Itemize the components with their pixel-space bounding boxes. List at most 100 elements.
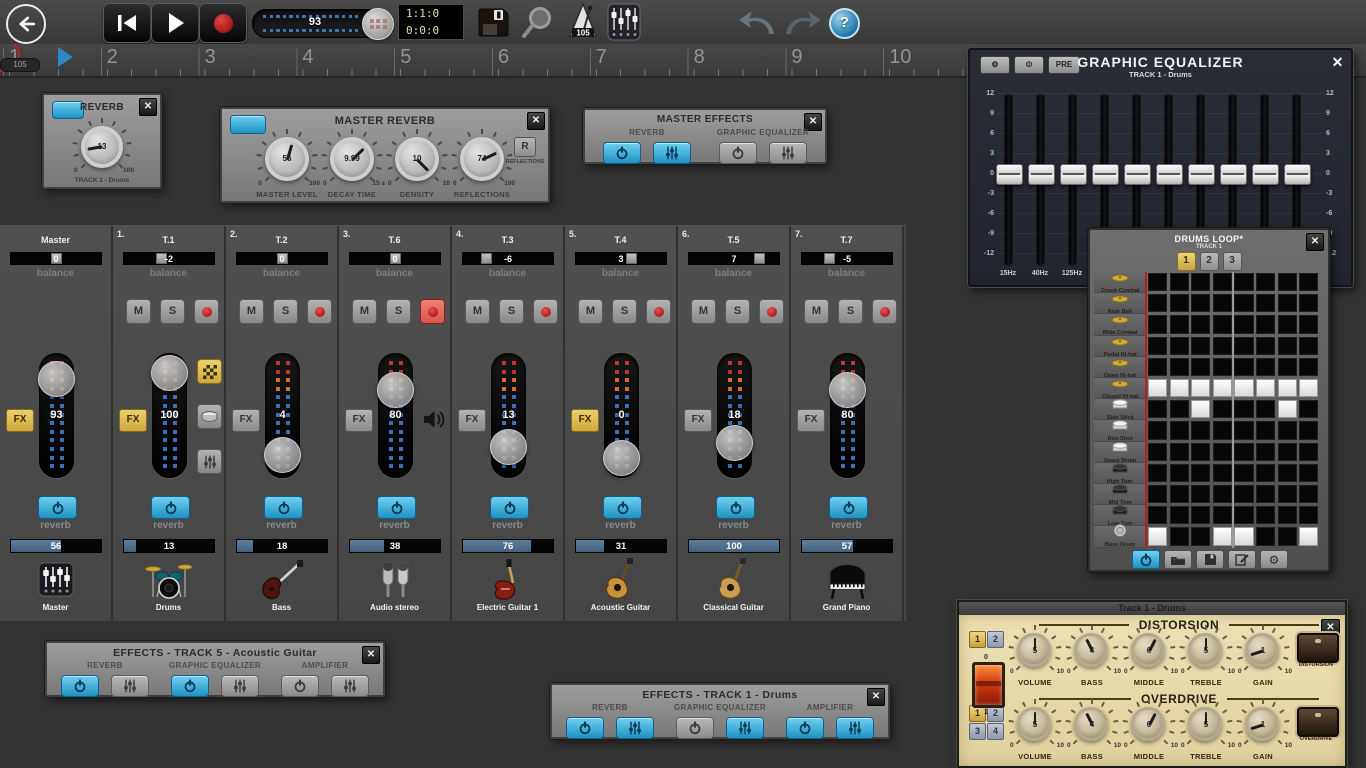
drum-step-cell[interactable] [1213, 337, 1232, 355]
metronome-button[interactable]: 105 [563, 3, 603, 46]
reverb-amount-slider[interactable]: 31 [575, 539, 667, 553]
drum-step-cell[interactable] [1148, 527, 1167, 545]
record-arm-button[interactable] [307, 299, 332, 324]
channel-fader[interactable]: 80 [378, 353, 413, 478]
fader-handle[interactable] [38, 361, 75, 397]
drum-step-cell[interactable] [1170, 400, 1189, 418]
drum-step-cell[interactable] [1148, 506, 1167, 524]
balance-slider[interactable]: 0 [236, 252, 328, 265]
drum-step-cell[interactable] [1148, 273, 1167, 291]
playhead-marker[interactable] [58, 47, 73, 67]
fx-button[interactable]: FX [119, 409, 147, 432]
solo-button[interactable]: S [386, 299, 411, 324]
eq-slider-handle-2[interactable] [1060, 164, 1087, 185]
drum-step-cell[interactable] [1170, 464, 1189, 482]
reverb-amount-slider[interactable]: 100 [688, 539, 780, 553]
record-arm-button[interactable] [533, 299, 558, 324]
channel-drumpads-button[interactable] [197, 404, 222, 429]
pedal-distorsion-knob-gain[interactable]: 1010GAIN [1242, 630, 1284, 672]
master-volume-slider[interactable]: 93 [252, 9, 394, 38]
reverb-power-button[interactable] [377, 496, 416, 519]
drum-step-cell[interactable] [1278, 527, 1297, 545]
drum-step-cell[interactable] [1299, 464, 1318, 482]
mute-button[interactable]: M [352, 299, 377, 324]
drum-step-cell[interactable] [1299, 379, 1318, 397]
drum-step-cell[interactable] [1234, 421, 1253, 439]
eq-slider-handle-1[interactable] [1028, 164, 1055, 185]
mute-button[interactable]: M [578, 299, 603, 324]
drum-step-cell[interactable] [1256, 421, 1275, 439]
pedal-distorsion-knob-treble[interactable]: 5010TREBLE [1185, 630, 1227, 672]
balance-slider[interactable]: -2 [123, 252, 215, 265]
effects-track1-power-button[interactable] [676, 717, 714, 739]
pedal-stomp-overdrive[interactable] [1297, 707, 1339, 737]
reverb-power-button[interactable] [829, 496, 868, 519]
drum-step-cell[interactable] [1170, 527, 1189, 545]
reverb-amount-slider[interactable]: 76 [462, 539, 554, 553]
drum-step-cell[interactable] [1170, 273, 1189, 291]
drum-step-cell[interactable] [1213, 400, 1232, 418]
solo-button[interactable]: S [160, 299, 185, 324]
solo-button[interactable]: S [612, 299, 637, 324]
drum-step-cell[interactable] [1299, 527, 1318, 545]
drum-step-cell[interactable] [1299, 337, 1318, 355]
mute-button[interactable]: M [804, 299, 829, 324]
drum-step-cell[interactable] [1278, 485, 1297, 503]
drum-step-cell[interactable] [1191, 400, 1210, 418]
drum-step-cell[interactable] [1191, 485, 1210, 503]
fader-handle[interactable] [490, 429, 527, 465]
drum-step-cell[interactable] [1299, 294, 1318, 312]
drum-step-cell[interactable] [1170, 443, 1189, 461]
drum-step-cell[interactable] [1170, 315, 1189, 333]
drums-loop-close-button[interactable]: ✕ [1306, 233, 1324, 251]
drums-power-button[interactable] [1132, 550, 1160, 569]
drum-step-cell[interactable] [1213, 506, 1232, 524]
drum-step-cell[interactable] [1213, 443, 1232, 461]
fader-handle[interactable] [151, 355, 188, 391]
drums-save-button[interactable] [1196, 550, 1224, 569]
balance-slider[interactable]: 0 [10, 252, 102, 265]
fx-button[interactable]: FX [797, 409, 825, 432]
drum-step-cell[interactable] [1299, 315, 1318, 333]
pedal-stomp-distorsion[interactable] [1297, 633, 1339, 663]
drum-step-cell[interactable] [1213, 315, 1232, 333]
drum-step-cell[interactable] [1191, 421, 1210, 439]
mute-button[interactable]: M [126, 299, 151, 324]
pedal-overdrive-knob-treble[interactable]: 5010TREBLE [1185, 704, 1227, 746]
drum-step-cell[interactable] [1191, 294, 1210, 312]
fx-button[interactable]: FX [232, 409, 260, 432]
master-effects-mixer-button[interactable] [769, 142, 807, 164]
drum-step-cell[interactable] [1191, 506, 1210, 524]
master-effects-power-button[interactable] [603, 142, 641, 164]
drum-step-cell[interactable] [1234, 527, 1253, 545]
drum-step-cell[interactable] [1170, 379, 1189, 397]
drum-step-cell[interactable] [1148, 421, 1167, 439]
drum-step-cell[interactable] [1148, 358, 1167, 376]
reflections-toggle-button[interactable]: R [514, 137, 536, 157]
effects-track1-power-button[interactable] [566, 717, 604, 739]
drum-step-cell[interactable] [1234, 294, 1253, 312]
drum-step-cell[interactable] [1256, 464, 1275, 482]
channel-fader[interactable]: 93 [39, 353, 74, 478]
drum-step-cell[interactable] [1191, 464, 1210, 482]
record-button[interactable] [199, 3, 247, 43]
fx-button[interactable]: FX [345, 409, 373, 432]
drum-step-cell[interactable] [1256, 337, 1275, 355]
drum-step-cell[interactable] [1191, 443, 1210, 461]
channel-fader[interactable]: 13 [491, 353, 526, 478]
drum-step-cell[interactable] [1148, 379, 1167, 397]
reverb-power-button[interactable] [490, 496, 529, 519]
balance-slider[interactable]: -5 [801, 252, 893, 265]
eq-slider-handle-7[interactable] [1220, 164, 1247, 185]
drum-step-cell[interactable] [1299, 485, 1318, 503]
effects-track5-mixer-button[interactable] [111, 675, 149, 697]
effects-track1-mixer-button[interactable] [836, 717, 874, 739]
drum-step-cell[interactable] [1191, 273, 1210, 291]
redo-button[interactable] [782, 7, 824, 42]
solo-button[interactable]: S [838, 299, 863, 324]
record-arm-button[interactable] [759, 299, 784, 324]
drum-step-cell[interactable] [1278, 421, 1297, 439]
drum-step-cell[interactable] [1148, 464, 1167, 482]
back-button[interactable] [6, 4, 46, 44]
drum-step-cell[interactable] [1148, 400, 1167, 418]
